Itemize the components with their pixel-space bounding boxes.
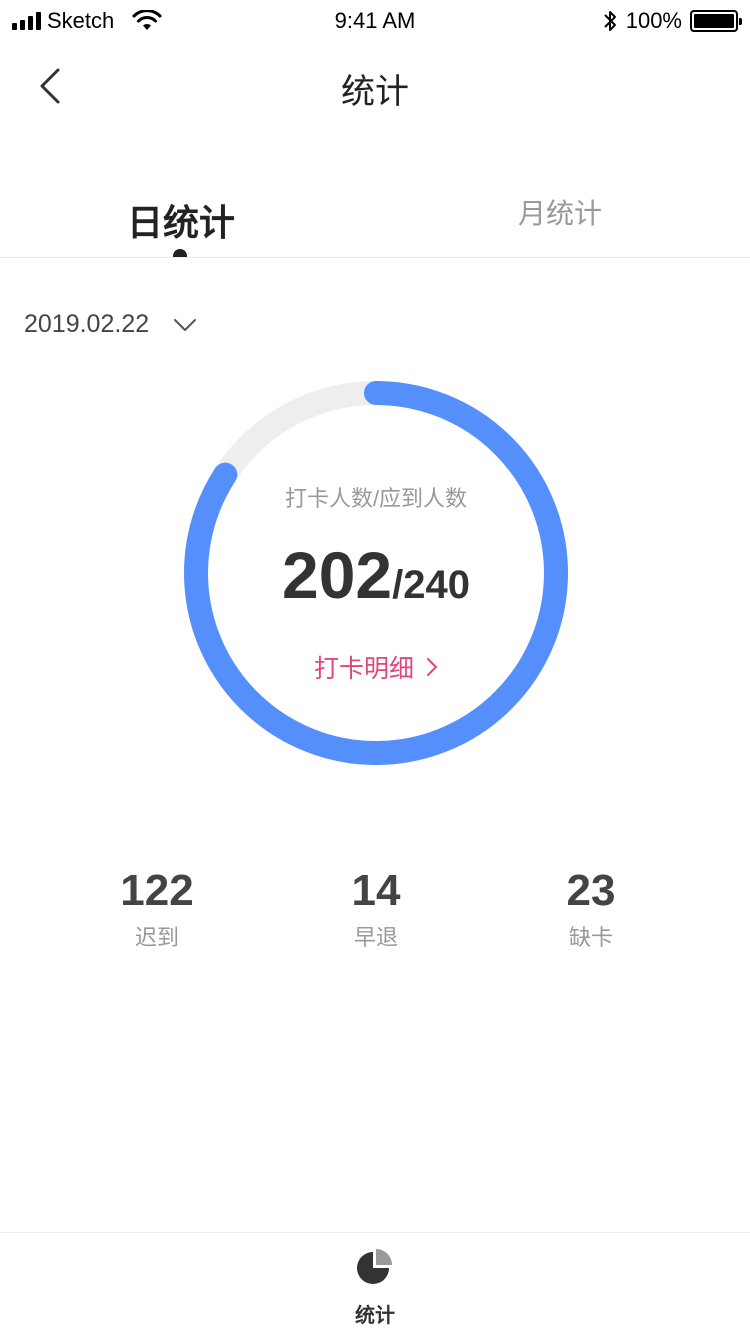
pie-chart-icon	[357, 1249, 392, 1284]
attendance-count: 202/240	[184, 537, 568, 613]
attendance-ring: 打卡人数/应到人数 202/240 打卡明细	[184, 381, 568, 765]
bottom-tab-bar: 统计	[0, 1232, 750, 1334]
nav-bar: 统计	[0, 40, 750, 130]
battery-icon	[690, 10, 742, 32]
stat-missed-punch[interactable]: 23 缺卡	[491, 866, 691, 952]
expected-count: /240	[392, 563, 470, 607]
detail-link-label: 打卡明细	[313, 655, 414, 683]
stat-label: 早退	[353, 925, 398, 950]
ring-label: 打卡人数/应到人数	[284, 486, 468, 511]
status-bar: Sketch 9:41 AM 100%	[0, 0, 750, 40]
status-bar-right: 100%	[602, 8, 742, 34]
battery-percent: 100%	[625, 8, 682, 33]
stat-early-leave[interactable]: 14 早退	[276, 866, 476, 952]
stat-value: 122	[120, 866, 194, 915]
active-tab-indicator	[173, 249, 187, 257]
date-picker[interactable]: 2019.02.22	[24, 310, 197, 339]
stat-label: 迟到	[134, 925, 179, 950]
stats-row: 122 迟到 14 早退 23 缺卡	[0, 866, 750, 966]
tab-monthly-stats[interactable]: 月统计	[410, 192, 710, 232]
tabbar-item-stats[interactable]: 统计	[275, 1247, 475, 1328]
stat-value: 14	[351, 866, 401, 915]
detail-link[interactable]: 打卡明细	[184, 649, 568, 685]
tabbar-label: 统计	[355, 1305, 395, 1327]
chevron-down-icon	[174, 318, 197, 331]
stat-value: 23	[566, 866, 616, 915]
tab-daily-stats[interactable]: 日统计	[31, 194, 331, 246]
stat-label: 缺卡	[568, 925, 613, 950]
checked-in-count: 202	[282, 538, 393, 612]
stat-late[interactable]: 122 迟到	[57, 866, 257, 952]
tab-bar: 日统计 月统计	[0, 180, 750, 258]
date-value: 2019.02.22	[24, 310, 150, 338]
chevron-right-icon	[427, 658, 437, 676]
page-title: 统计	[341, 73, 409, 111]
bluetooth-icon	[604, 11, 616, 31]
